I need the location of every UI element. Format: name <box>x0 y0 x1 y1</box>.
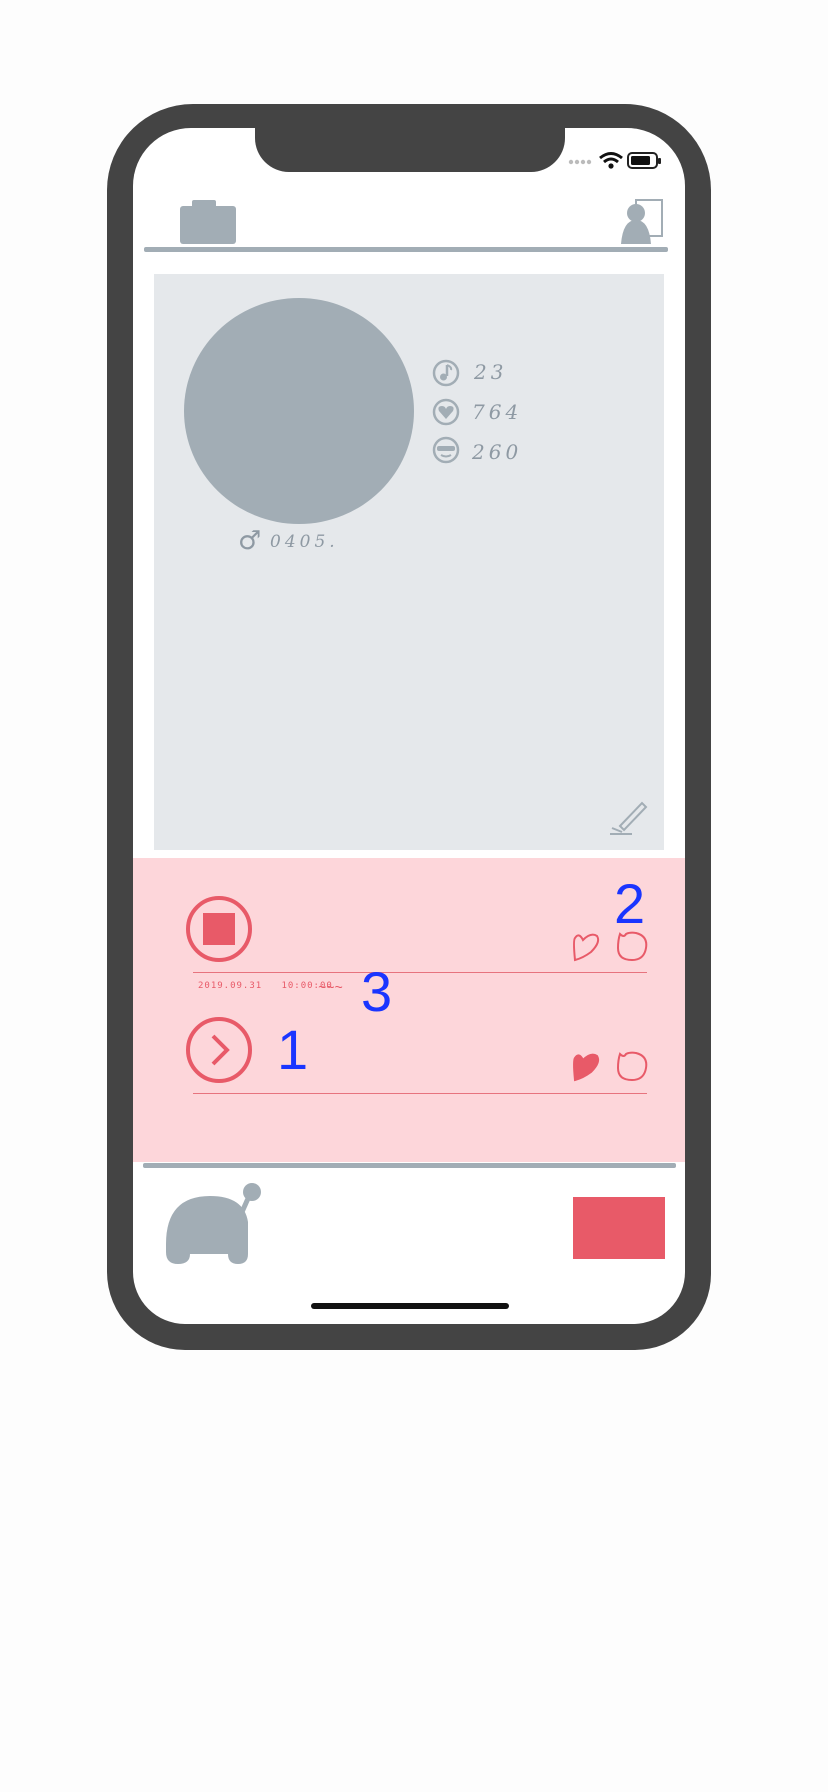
comment-bubble-icon[interactable] <box>614 1050 650 1084</box>
robot-mascot-icon[interactable] <box>164 1182 264 1266</box>
home-indicator[interactable] <box>311 1303 509 1309</box>
bottom-divider <box>143 1163 676 1168</box>
followers-count: 260 <box>472 440 523 464</box>
notch <box>255 126 565 172</box>
annotation-2: 2 <box>614 872 646 935</box>
annotation-1: 1 <box>277 1018 309 1081</box>
annotation-3: 3 <box>361 960 393 1023</box>
row-divider <box>193 972 647 973</box>
record-button[interactable] <box>573 1197 665 1259</box>
track-timestamp: 2019.09.31 10:00:00 <box>198 981 333 991</box>
heart-filled-icon[interactable] <box>569 1050 603 1082</box>
wifi-icon <box>599 152 623 169</box>
heart-outline-icon[interactable] <box>569 930 603 962</box>
likes-count: 764 <box>472 400 523 424</box>
comment-bubble-icon[interactable] <box>614 930 650 964</box>
edit-pen-icon[interactable] <box>608 800 650 836</box>
songs-count: 23 <box>474 360 508 384</box>
row-divider <box>193 1093 647 1094</box>
avatar[interactable] <box>184 298 414 524</box>
signature-scribble: ~~~ <box>318 979 343 995</box>
top-divider <box>144 247 668 252</box>
glasses-face-icon <box>432 436 460 464</box>
play-button[interactable] <box>185 1016 253 1084</box>
camera-icon[interactable] <box>180 200 236 244</box>
heart-icon <box>432 398 460 426</box>
logout-user-icon[interactable] <box>620 198 666 246</box>
gender-symbol: ♂ <box>238 526 262 556</box>
stop-button[interactable] <box>185 895 253 963</box>
user-tag: 0405. <box>270 532 339 552</box>
signal-dots-icon <box>568 159 592 165</box>
music-note-icon <box>432 359 460 387</box>
battery-icon <box>627 152 661 169</box>
